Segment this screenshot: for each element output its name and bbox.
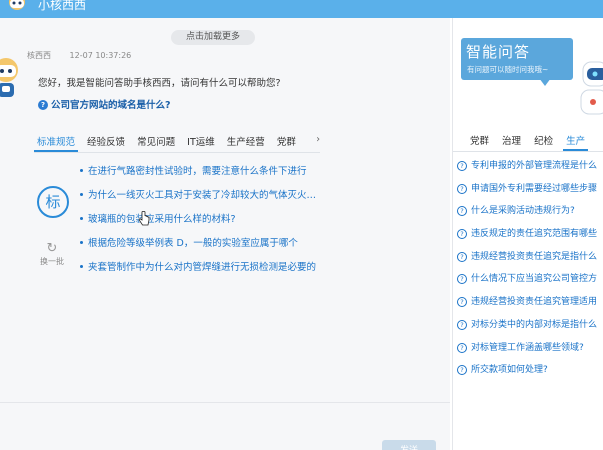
refresh-label: 换一批 xyxy=(40,257,64,266)
input-divider xyxy=(0,402,450,403)
tab-experience[interactable]: 经验反馈 xyxy=(84,132,128,150)
question-text: 在进行气路密封性试验时，需要注意什么条件下进行 xyxy=(88,166,307,177)
list-item[interactable]: 在进行气路密封性试验时，需要注意什么条件下进行 xyxy=(80,163,320,187)
hand-cursor-icon xyxy=(138,211,150,226)
load-more-button[interactable]: 点击加载更多 xyxy=(171,30,255,45)
question-icon: ? xyxy=(457,274,467,285)
question-text: 什么情况下应当追究公司管控方 xyxy=(471,274,598,285)
list-item[interactable]: 为什么一线灭火工具对于安装了冷却较大的气体灭火装置 xyxy=(80,187,320,211)
bullet-icon xyxy=(80,265,83,268)
question-list: 在进行气路密封性试验时，需要注意什么条件下进行 为什么一线灭火工具对于安装了冷却… xyxy=(80,163,320,283)
question-text: 违反规定的责任追究范围有哪些 xyxy=(471,229,598,240)
list-item[interactable]: 夹套管制作中为什么对内管焊缝进行无损检测是必要的 xyxy=(80,259,320,283)
question-icon: ? xyxy=(457,229,467,240)
question-text: 申请国外专利需要经过哪些步骤 xyxy=(471,183,598,194)
list-item[interactable]: ? 申请国外专利需要经过哪些步骤 xyxy=(457,181,603,204)
list-item[interactable]: ? 违规经营投资责任追究是指什么 xyxy=(457,249,603,272)
list-item[interactable]: ? 什么是采购活动违规行为? xyxy=(457,203,603,226)
suggested-question-text: 公司官方网站的域名是什么? xyxy=(51,100,171,111)
question-text: 为什么一线灭火工具对于安装了冷却较大的气体灭火装置 xyxy=(88,190,320,201)
question-icon: ? xyxy=(457,161,467,171)
question-icon: ? xyxy=(457,319,467,330)
greeting-message: 您好，我是智能问答助手核西西，请问有什么可以帮助您? xyxy=(38,78,281,89)
chevron-right-icon[interactable]: › xyxy=(316,134,320,145)
sender-name: 核西西 xyxy=(27,51,51,60)
list-item[interactable]: ? 违规经营投资责任追究管理适用 xyxy=(457,294,603,317)
banner-subtitle: 有问题可以随时问我哦~ xyxy=(467,65,549,74)
question-icon: ? xyxy=(38,100,48,110)
question-text: 违规经营投资责任追究是指什么 xyxy=(471,251,598,262)
message-time: 12-07 10:37:26 xyxy=(69,51,132,60)
question-text: 什么是采购活动违规行为? xyxy=(471,206,575,217)
list-item[interactable]: ? 专利申报的外部管理流程是什么 xyxy=(457,158,603,181)
sidebar-tab-party[interactable]: 党群 xyxy=(467,131,492,149)
question-icon: ? xyxy=(457,183,467,194)
list-item[interactable]: ? 对标管理工作涵盖哪些领域? xyxy=(457,340,603,363)
category-badge: 标 xyxy=(37,186,69,218)
question-text: 对标管理工作涵盖哪些领域? xyxy=(471,342,584,353)
question-text: 夹套管制作中为什么对内管焊缝进行无损检测是必要的 xyxy=(88,262,317,273)
sidebar-panel: 智能问答 有问题可以随时问我哦~ 党群 治理 纪检 生产 ? 专利申报的外部管理流… xyxy=(452,18,603,450)
assistant-avatar-icon xyxy=(0,58,18,97)
refresh-icon: ↻ xyxy=(46,241,58,256)
robot-mascot-icon xyxy=(580,61,603,115)
message-meta: 核西西 12-07 10:37:26 xyxy=(27,50,147,61)
top-bar: 小核西西 xyxy=(0,0,603,18)
list-item[interactable]: 根据危险等级举例表 D，一般的实验室应属于哪个 xyxy=(80,235,320,259)
sidebar-banner: 智能问答 有问题可以随时问我哦~ xyxy=(461,38,573,80)
question-icon: ? xyxy=(457,251,467,262)
tab-standards[interactable]: 标准规范 xyxy=(34,132,79,152)
list-item[interactable]: ? 所交款项如何处理? xyxy=(457,362,603,385)
banner-tail xyxy=(539,78,551,86)
sidebar-tab-discipline[interactable]: 纪检 xyxy=(531,131,556,149)
bullet-icon xyxy=(80,217,83,220)
bullet-icon xyxy=(80,241,83,244)
app-title: 小核西西 xyxy=(38,0,87,12)
list-item[interactable]: 玻璃瓶的包装应采用什么样的材料? xyxy=(80,211,320,235)
chat-panel: 点击加载更多 核西西 12-07 10:37:26 您好，我是智能问答助手核西西… xyxy=(0,18,450,450)
question-text: 玻璃瓶的包装应采用什么样的材料? xyxy=(88,214,236,225)
question-icon: ? xyxy=(457,297,467,308)
tab-it-ops[interactable]: IT运维 xyxy=(184,132,218,150)
question-text: 对标分类中的内部对标是指什么 xyxy=(471,319,598,330)
question-text: 违规经营投资责任追究管理适用 xyxy=(471,297,598,308)
sidebar-tab-production[interactable]: 生产 xyxy=(563,131,589,151)
question-icon: ? xyxy=(457,206,467,217)
banner-title: 智能问答 xyxy=(466,43,531,61)
send-button[interactable]: 发送 xyxy=(382,440,436,450)
refresh-button[interactable]: ↻ 换一批 xyxy=(39,242,65,267)
list-item[interactable]: ? 什么情况下应当追究公司管控方 xyxy=(457,271,603,294)
question-text: 所交款项如何处理? xyxy=(471,365,548,376)
question-icon: ? xyxy=(457,365,467,376)
tab-party[interactable]: 党群 xyxy=(274,132,299,150)
category-tabs: 标准规范 经验反馈 常见问题 IT运维 生产经营 党群 › xyxy=(34,132,320,153)
bullet-icon xyxy=(80,193,83,196)
list-item[interactable]: ? 对标分类中的内部对标是指什么 xyxy=(457,317,603,340)
sidebar-tabs: 党群 治理 纪检 生产 xyxy=(453,131,603,152)
tab-faq[interactable]: 常见问题 xyxy=(134,132,178,150)
sidebar-question-list: ? 专利申报的外部管理流程是什么 ? 申请国外专利需要经过哪些步骤 ? 什么是采购活动… xyxy=(457,158,603,385)
robot-avatar-icon xyxy=(9,0,25,10)
tab-production[interactable]: 生产经营 xyxy=(224,132,268,150)
question-text: 专利申报的外部管理流程是什么 xyxy=(471,161,598,171)
list-item[interactable]: ? 违反规定的责任追究范围有哪些 xyxy=(457,226,603,249)
bullet-icon xyxy=(80,169,83,172)
suggested-question-link[interactable]: ? 公司官方网站的域名是什么? xyxy=(38,97,171,111)
sidebar-tab-governance[interactable]: 治理 xyxy=(499,131,524,149)
question-icon: ? xyxy=(457,342,467,353)
question-text: 根据危险等级举例表 D，一般的实验室应属于哪个 xyxy=(88,238,298,249)
